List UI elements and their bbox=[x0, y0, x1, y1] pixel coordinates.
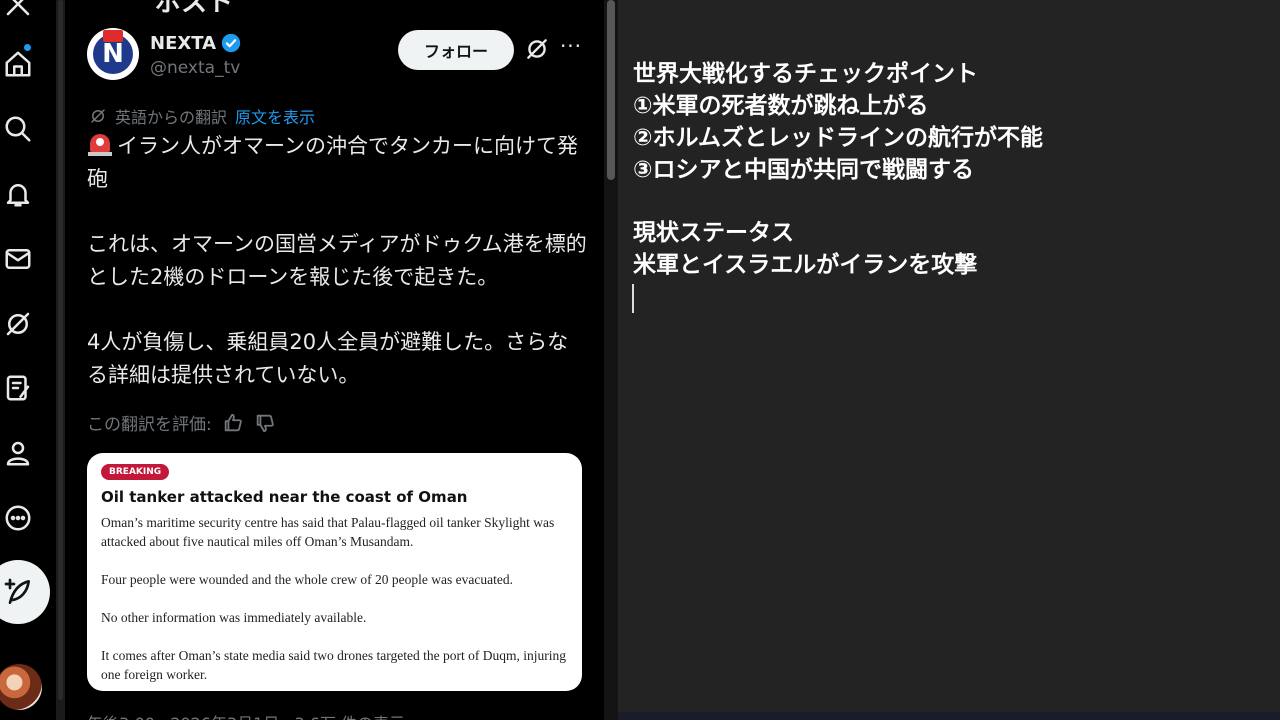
author-name[interactable]: NEXTA bbox=[150, 33, 216, 54]
x-logo-icon[interactable] bbox=[0, 0, 36, 22]
post-paragraph-2: これは、オマーンの国営メディアがドゥクム港を標的とした2機のドローンを報じた後で… bbox=[87, 232, 587, 289]
author-handle[interactable]: @nexta_tv bbox=[150, 58, 240, 78]
post-timestamp: 午後3:00 · 2026年3月1日 · 3.6万 件の表示 bbox=[87, 710, 405, 720]
translation-row: 英語からの翻訳 原文を表示 bbox=[89, 104, 315, 128]
compose-button[interactable] bbox=[0, 560, 50, 624]
verified-badge-icon bbox=[221, 33, 241, 53]
editor-line-2[interactable]: ①米軍の死者数が跳ね上がる bbox=[633, 90, 928, 122]
editor-line-6[interactable]: 現状ステータス bbox=[633, 217, 794, 249]
grok-icon[interactable] bbox=[524, 36, 550, 62]
follow-button[interactable]: フォロー bbox=[398, 30, 514, 70]
more-options-icon[interactable]: ··· bbox=[558, 36, 584, 62]
thumbs-down-icon[interactable] bbox=[254, 412, 276, 434]
profile-icon[interactable] bbox=[0, 435, 36, 471]
grok-icon[interactable] bbox=[0, 306, 36, 342]
editor-line-7[interactable]: 米軍とイスラエルがイランを攻撃 bbox=[633, 249, 977, 281]
card-paragraph-4: It comes after Oman’s state media said t… bbox=[101, 648, 567, 682]
grok-translate-icon bbox=[91, 109, 105, 123]
mail-icon[interactable] bbox=[0, 241, 36, 277]
show-original-link[interactable]: 原文を表示 bbox=[235, 104, 315, 128]
news-image-card[interactable]: BREAKING Oil tanker attacked near the co… bbox=[87, 453, 582, 691]
post-paragraph-1: イラン人がオマーンの沖合でタンカーに向けて発砲 bbox=[87, 134, 578, 191]
post-detail: ポスト N NEXTA @nexta_tv フォロー ··· 英語からの翻訳 原… bbox=[65, 0, 604, 720]
post-scrollbar[interactable] bbox=[604, 0, 618, 720]
left-nav bbox=[0, 0, 56, 720]
thumbs-up-icon[interactable] bbox=[222, 412, 244, 434]
page-title: ポスト bbox=[155, 0, 234, 18]
breaking-badge: BREAKING bbox=[101, 464, 170, 480]
siren-emoji-icon bbox=[87, 132, 113, 156]
bell-icon[interactable] bbox=[0, 176, 36, 212]
author-avatar[interactable]: N bbox=[87, 28, 139, 80]
more-circle-icon[interactable] bbox=[0, 500, 36, 536]
notification-dot bbox=[24, 44, 31, 51]
rate-translation-row: この翻訳を評価: bbox=[87, 410, 276, 435]
author-name-row[interactable]: NEXTA bbox=[150, 32, 242, 54]
list-icon[interactable] bbox=[0, 370, 36, 406]
account-avatar[interactable] bbox=[0, 664, 42, 710]
card-paragraph-3: No other information was immediately ava… bbox=[101, 610, 367, 625]
text-editor[interactable]: 世界大戦化するチェックポイント ①米軍の死者数が跳ね上がる ②ホルムズとレッドラ… bbox=[618, 0, 1280, 720]
text-caret bbox=[632, 284, 634, 313]
home-icon[interactable] bbox=[0, 46, 36, 82]
card-title: Oil tanker attacked near the coast of Om… bbox=[101, 488, 468, 506]
post-paragraph-3: 4人が負傷し、乗組員20人全員が避難した。さらなる詳細は提供されていない。 bbox=[87, 330, 569, 387]
editor-line-1[interactable]: 世界大戦化するチェックポイント bbox=[633, 58, 978, 90]
post-text-1: イラン人がオマーンの沖合でタンカーに向けて発砲 bbox=[87, 130, 587, 196]
translation-note: 英語からの翻訳 bbox=[115, 108, 228, 127]
card-paragraph-2: Four people were wounded and the whole c… bbox=[101, 572, 513, 587]
compose-icon bbox=[4, 578, 30, 604]
editor-line-4[interactable]: ③ロシアと中国が共同で戦闘する bbox=[633, 154, 974, 186]
editor-bottom-bar bbox=[618, 712, 1280, 720]
card-paragraph-1: Oman’s maritime security centre has said… bbox=[101, 515, 555, 549]
left-scrollbar[interactable] bbox=[56, 0, 65, 720]
rate-label: この翻訳を評価: bbox=[87, 415, 212, 435]
search-icon[interactable] bbox=[0, 111, 36, 147]
editor-line-3[interactable]: ②ホルムズとレッドラインの航行が不能 bbox=[633, 122, 1043, 154]
